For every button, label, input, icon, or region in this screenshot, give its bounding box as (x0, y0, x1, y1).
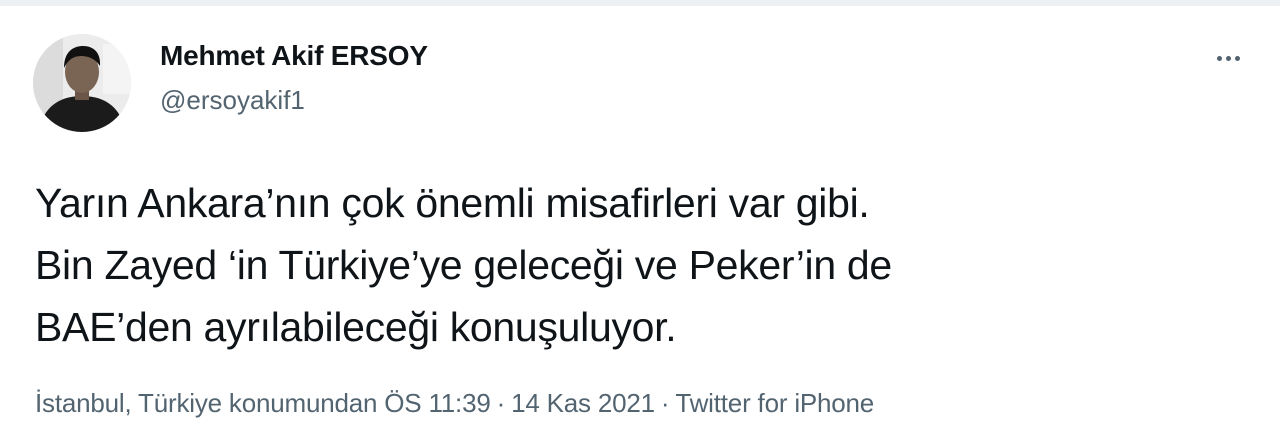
more-horizontal-icon-dot (1225, 55, 1231, 61)
tweet-date: 14 Kas 2021 (511, 388, 655, 418)
avatar[interactable] (33, 34, 131, 132)
tweet-text: Yarın Ankara’nın çok önemli misafirleri … (35, 172, 1235, 358)
tweet-source-link[interactable]: Twitter for iPhone (675, 388, 874, 418)
author-name[interactable]: Mehmet Akif ERSOY (160, 40, 428, 72)
more-horizontal-icon-dot (1234, 55, 1240, 61)
tweet-text-line: Bin Zayed ‘in Türkiye’ye geleceği ve Pek… (35, 242, 892, 288)
tweet-text-line: Yarın Ankara’nın çok önemli misafirleri … (35, 180, 870, 226)
separator: · (660, 388, 670, 418)
tweet-text-line: BAE’den ayrılabileceği konuşuluyor. (35, 304, 677, 350)
avatar-image (33, 34, 131, 132)
tweet-card: Mehmet Akif ERSOY @ersoyakif1 Yarın Anka… (0, 0, 1280, 445)
more-options-button[interactable] (1206, 44, 1250, 72)
more-horizontal-icon (1216, 55, 1222, 61)
separator: · (496, 388, 506, 418)
author-handle[interactable]: @ersoyakif1 (160, 85, 305, 116)
tweet-timestamp-link[interactable]: ÖS 11:39 · 14 Kas 2021 (384, 388, 655, 418)
tweet-location: İstanbul, Türkiye konumundan (35, 388, 378, 418)
tweet-metadata: İstanbul, Türkiye konumundan ÖS 11:39 · 14… (35, 388, 874, 419)
tweet-time: ÖS 11:39 (384, 388, 491, 418)
